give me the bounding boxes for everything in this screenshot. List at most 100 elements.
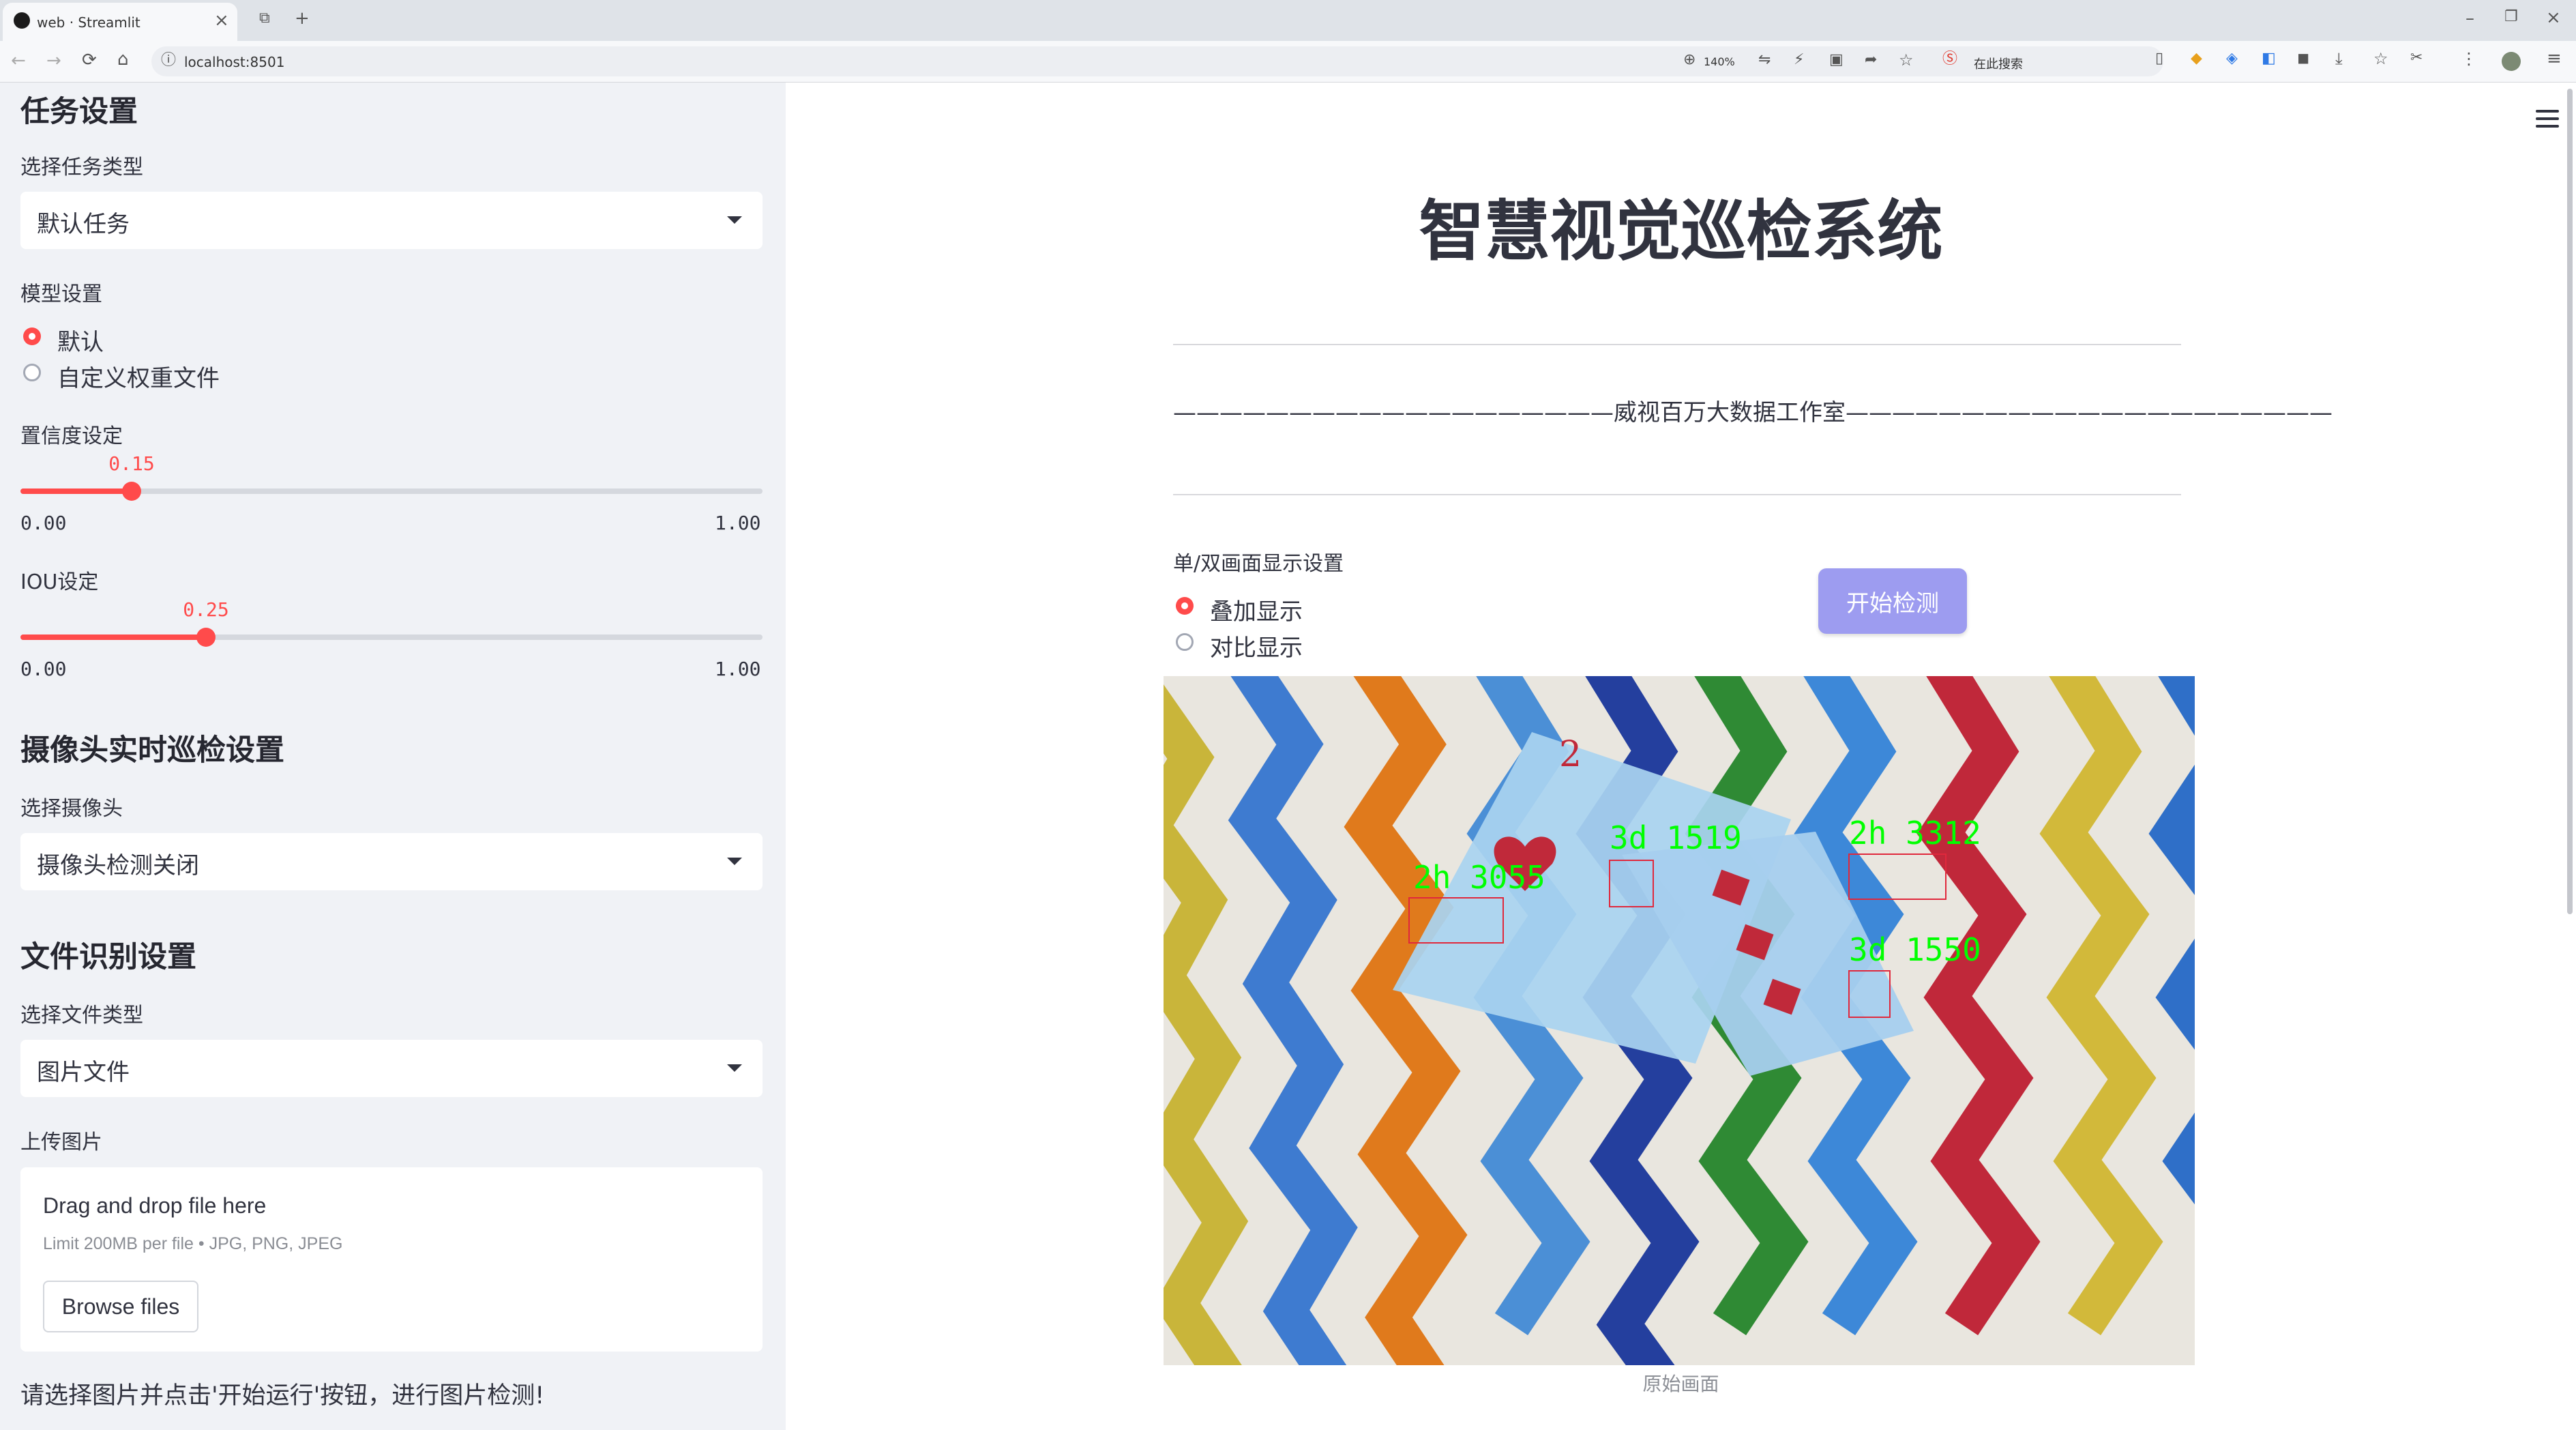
confidence-slider[interactable]	[20, 482, 763, 501]
close-tab-icon[interactable]: ×	[214, 12, 229, 29]
bookmark-star-icon[interactable]: ☆	[1899, 52, 1914, 68]
share-icon[interactable]: ➦	[1865, 53, 1877, 68]
radio-unselected-icon[interactable]	[23, 364, 41, 381]
file-type-value: 图片文件	[37, 1059, 130, 1086]
zoom-icon[interactable]: ⊕	[1683, 53, 1696, 68]
detection-image-svg: 2	[1164, 676, 2195, 1365]
studio-subtitle: ———————————————————威视百万大数据工作室———————————…	[1173, 399, 2333, 426]
url-field[interactable]: ⓘ localhost:8501 ⊕ 140% ⇋ ⚡ ▣ ➦ ☆ Ⓢ 在此搜索	[151, 46, 2163, 76]
iou-slider[interactable]	[20, 628, 763, 647]
home-icon[interactable]: ⌂	[117, 50, 129, 68]
detection-label: 3d 1519	[1610, 819, 1742, 856]
streamlit-favicon-icon	[14, 12, 30, 29]
file-dropzone[interactable]: Drag and drop file here Limit 200MB per …	[20, 1167, 763, 1352]
upload-hint: 请选择图片并点击'开始运行'按钮，进行图片检测!	[20, 1382, 545, 1410]
confidence-slider-fill	[20, 488, 132, 494]
radio-unselected-icon[interactable]	[1176, 633, 1194, 651]
display-option-overlay: 叠加显示	[1210, 598, 1303, 626]
file-type-label: 选择文件类型	[20, 1004, 143, 1027]
divider-bottom	[1173, 494, 2181, 495]
detection-label: 2h 3312	[1849, 815, 1981, 851]
iou-slider-thumb[interactable]	[196, 628, 216, 647]
display-mode-label: 单/双画面显示设置	[1173, 552, 1344, 576]
reload-icon[interactable]: ⟳	[82, 51, 97, 69]
detection-class: 2h	[1849, 815, 1887, 851]
model-option-custom: 自定义权重文件	[57, 365, 220, 392]
extension-blue-icon[interactable]: ◈	[2226, 51, 2238, 66]
main-content: 智慧视觉巡检系统 ———————————————————威视百万大数据工作室——…	[786, 83, 2576, 1430]
iou-value: 0.25	[183, 598, 229, 621]
camera-select[interactable]: 摄像头检测关闭	[20, 833, 763, 890]
confidence-max: 1.00	[715, 512, 761, 534]
tab-actions-icon[interactable]: ⧉	[259, 11, 270, 26]
page-title: 智慧视觉巡检系统	[1419, 193, 1943, 269]
site-info-icon[interactable]: ⓘ	[161, 53, 176, 68]
iou-label: IOU设定	[20, 570, 99, 594]
chevron-down-icon	[727, 858, 742, 865]
radio-selected-icon[interactable]	[1176, 597, 1194, 615]
screenshot-icon[interactable]: ▣	[1829, 53, 1844, 68]
extension-color-icon[interactable]: ◆	[2191, 51, 2202, 66]
translate-icon[interactable]: ⇋	[1758, 53, 1771, 68]
extension-dark-icon[interactable]: ◼	[2297, 51, 2309, 66]
radio-selected-icon[interactable]	[23, 327, 41, 345]
model-settings-label: 模型设置	[20, 282, 102, 306]
hamburger-menu-icon[interactable]	[2536, 110, 2559, 128]
detection-label: 3d 1550	[1849, 931, 1981, 968]
more-icon[interactable]: ⋮	[2461, 50, 2477, 67]
detection-score: 1519	[1666, 819, 1742, 856]
back-icon[interactable]: ←	[11, 52, 26, 70]
detection-class: 2h	[1413, 859, 1451, 896]
forward-icon[interactable]: →	[46, 52, 61, 70]
dropzone-limit: Limit 200MB per file • JPG, PNG, JPEG	[43, 1234, 343, 1253]
bolt-icon[interactable]: ⚡	[1794, 53, 1804, 68]
browser-address-bar: ← → ⟳ ⌂ ⓘ localhost:8501 ⊕ 140% ⇋ ⚡ ▣ ➦ …	[0, 41, 2576, 83]
detection-label: 2h 3055	[1413, 859, 1545, 896]
camera-label: 选择摄像头	[20, 797, 123, 821]
tab-title: web · Streamlit	[37, 14, 140, 31]
scissors-icon[interactable]: ✂	[2410, 50, 2423, 65]
detection-score: 3055	[1470, 859, 1545, 896]
close-window-icon[interactable]: ×	[2546, 9, 2561, 27]
favorites-icon[interactable]: ☆	[2373, 50, 2388, 67]
confidence-slider-thumb[interactable]	[122, 482, 141, 501]
svg-text:2: 2	[1559, 734, 1582, 775]
download-icon[interactable]: ⤓	[2335, 50, 2343, 67]
task-settings-heading: 任务设置	[20, 95, 138, 129]
divider-top	[1173, 344, 2181, 345]
detection-score: 1550	[1906, 931, 1981, 968]
url-text: localhost:8501	[184, 54, 285, 70]
search-placeholder[interactable]: 在此搜索	[1974, 55, 2023, 72]
menu-icon[interactable]: ≡	[2547, 50, 2562, 68]
iou-min: 0.00	[20, 658, 67, 680]
chevron-down-icon	[727, 216, 742, 224]
minimize-icon[interactable]: –	[2466, 10, 2474, 27]
confidence-label: 置信度设定	[20, 424, 123, 448]
page-scrollbar[interactable]	[2567, 89, 2573, 914]
task-type-select[interactable]: 默认任务	[20, 192, 763, 249]
confidence-min: 0.00	[20, 512, 67, 534]
start-detection-button[interactable]: 开始检测	[1818, 568, 1967, 634]
search-engine-icon[interactable]: Ⓢ	[1942, 52, 1957, 67]
sidebar: 任务设置 选择任务类型 默认任务 模型设置 默认 自定义权重文件 置信度设定 0…	[0, 83, 786, 1430]
upload-label: 上传图片	[20, 1130, 102, 1154]
task-type-value: 默认任务	[37, 211, 130, 238]
camera-value: 摄像头检测关闭	[37, 852, 199, 879]
mobile-icon[interactable]: ▯	[2155, 51, 2163, 66]
confidence-value: 0.15	[108, 452, 155, 475]
file-type-select[interactable]: 图片文件	[20, 1040, 763, 1097]
iou-slider-fill	[20, 634, 206, 640]
profile-avatar-icon[interactable]	[2502, 52, 2521, 71]
restore-icon[interactable]: ❐	[2504, 10, 2518, 25]
browse-files-button[interactable]: Browse files	[43, 1281, 198, 1332]
extension-translate-icon[interactable]: ◧	[2262, 51, 2276, 66]
browser-tab[interactable]: web · Streamlit ×	[3, 3, 237, 41]
model-option-default: 默认	[57, 329, 104, 356]
display-option-compare: 对比显示	[1210, 634, 1303, 662]
detection-class: 3d	[1610, 819, 1648, 856]
detection-image: 2 2h 3055 3d 1519 2h 3312 3d 1550	[1164, 676, 2195, 1365]
new-tab-icon[interactable]: +	[295, 10, 310, 27]
detection-class: 3d	[1849, 931, 1887, 968]
camera-settings-heading: 摄像头实时巡检设置	[20, 733, 284, 768]
file-settings-heading: 文件识别设置	[20, 940, 196, 974]
